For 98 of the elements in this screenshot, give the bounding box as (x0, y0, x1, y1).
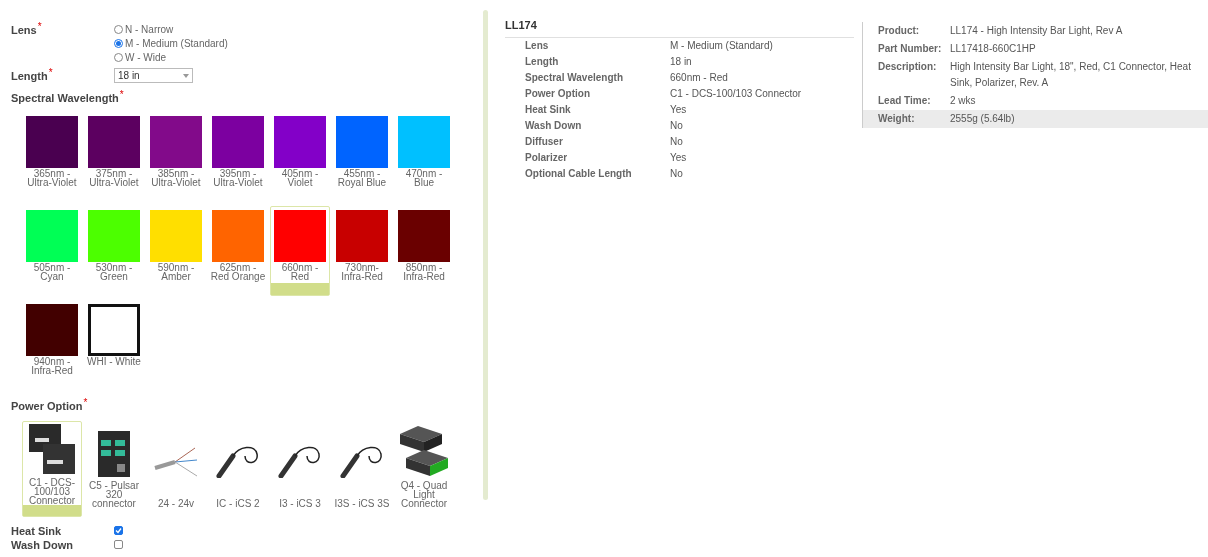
summary-label: Length (525, 55, 560, 69)
swatch-label: 850nm - Infra-Red (403, 263, 445, 281)
required-asterisk: * (37, 22, 42, 32)
scrollbar-thumb[interactable] (482, 10, 488, 500)
swatch-label: 395nm - Ultra-Violet (213, 169, 263, 187)
field-label: Length (11, 69, 48, 84)
wavelength-option[interactable]: 625nm - Red Orange (208, 206, 268, 296)
summary-label: Power Option (525, 87, 591, 101)
summary-label: Spectral Wavelength (525, 71, 624, 85)
power-option-label: Q4 - Quad Light Connector (400, 480, 448, 508)
field-label: Lens (11, 23, 37, 38)
summary-value: M - Medium (Standard) (670, 39, 773, 53)
summary-label: Heat Sink (525, 103, 572, 117)
required-asterisk: * (48, 68, 53, 78)
swatch-label: 730nm- Infra-Red (341, 263, 383, 281)
summary-label: Lens (525, 39, 550, 53)
summary-value: No (670, 119, 683, 133)
selection-bar (271, 283, 329, 295)
length-select[interactable]: 18 in (114, 68, 193, 83)
swatch-label: 455nm - Royal Blue (337, 169, 387, 187)
summary-value: 660nm - Red (670, 71, 728, 85)
info-value: 2 wks (950, 94, 977, 108)
summary-label: Optional Cable Length (525, 167, 633, 181)
info-label: Weight: (878, 112, 916, 126)
summary-value: 18 in (670, 55, 692, 69)
wavelength-option[interactable]: 385nm - Ultra-Violet (146, 112, 206, 202)
wavelength-option[interactable]: 470nm - Blue (394, 112, 454, 202)
info-value: LL17418-660C1HP (950, 42, 1037, 56)
summary-label: Wash Down (525, 119, 583, 133)
power-option[interactable]: C1 - DCS- 100/103 Connector (22, 420, 82, 517)
wavelength-option[interactable]: 455nm - Royal Blue (332, 112, 392, 202)
summary-title: LL174 (505, 17, 854, 38)
wavelength-option[interactable]: 375nm - Ultra-Violet (84, 112, 144, 202)
power-option[interactable]: I3 - iCS 3 (270, 420, 330, 517)
radio-label: N - Narrow (125, 22, 174, 37)
swatch-label: 505nm - Cyan (33, 263, 71, 281)
info-label: Part Number: (878, 42, 943, 56)
wavelength-option[interactable]: 505nm - Cyan (22, 206, 82, 296)
info-value: High Intensity Bar Light, 18", Red, C1 Connector, Heat Sink, Polarizer, Rev. A (950, 60, 1192, 90)
info-value: 2555g (5.64lb) (950, 112, 1016, 126)
selection-bar (23, 504, 81, 516)
wavelength-option[interactable]: 940nm - Infra-Red (22, 300, 82, 390)
swatch-label: 625nm - Red Orange (210, 263, 266, 281)
info-label: Product: (878, 24, 921, 38)
info-label: Lead Time: (878, 94, 932, 108)
power-option[interactable]: IC - iCS 2 (208, 420, 268, 517)
controller-drawing (97, 429, 131, 478)
swatch-label: 470nm - Blue (405, 169, 443, 187)
power-option-label: C1 - DCS- 100/103 Connector (28, 477, 76, 505)
radio-label: M - Medium (Standard) (125, 36, 228, 51)
swatch-label: 530nm - Green (95, 263, 133, 281)
wavelength-option[interactable]: 405nm - Violet (270, 112, 330, 202)
field-label: Power Option (11, 399, 83, 414)
checkbox-label: Wash Down (11, 539, 73, 551)
summary-label: Polarizer (525, 151, 569, 165)
swatch-label: 940nm - Infra-Red (31, 357, 73, 375)
swatch-label: 590nm - Amber (157, 263, 195, 281)
checkbox[interactable] (114, 539, 123, 549)
caret-icon (183, 73, 189, 78)
swatch-label: 660nm - Red (281, 263, 319, 281)
field-label: Spectral Wavelength (11, 90, 119, 106)
swatch-label: 405nm - Violet (281, 169, 319, 187)
summary-value: Yes (670, 151, 687, 165)
power-option-label: I3 - iCS 3 (279, 498, 321, 508)
swatch-label: 375nm - Ultra-Violet (89, 169, 139, 187)
power-option-label: I3S - iCS 3S (334, 498, 390, 508)
required-asterisk: * (119, 89, 124, 100)
summary-value: C1 - DCS-100/103 Connector (670, 87, 802, 101)
wavelength-option[interactable]: 590nm - Amber (146, 206, 206, 296)
info-label: Description: (878, 60, 938, 74)
summary-value: No (670, 135, 683, 149)
swatch-label: 365nm - Ultra-Violet (27, 169, 77, 187)
checkbox-label: Heat Sink (11, 525, 62, 537)
power-option[interactable]: C5 - Pulsar 320 connector (84, 420, 144, 517)
summary-label: Diffuser (525, 135, 564, 149)
wavelength-option[interactable]: 365nm - Ultra-Violet (22, 112, 82, 202)
wavelength-option[interactable]: 530nm - Green (84, 206, 144, 296)
power-option[interactable]: Q4 - Quad Light Connector (394, 420, 454, 517)
wavelength-option[interactable]: 850nm - Infra-Red (394, 206, 454, 296)
swatch-label: WHI - White (87, 357, 141, 366)
controller-drawing (27, 421, 77, 476)
wavelength-option[interactable]: 395nm - Ultra-Violet (208, 112, 268, 202)
power-option-label: IC - iCS 2 (216, 498, 260, 508)
checkbox[interactable] (114, 525, 123, 535)
power-option-label: C5 - Pulsar 320 connector (89, 480, 139, 508)
power-option-label: 24 - 24v (157, 498, 195, 508)
summary-value: No (670, 167, 683, 181)
radio-label: W - Wide (125, 50, 167, 65)
info-value: LL174 - High Intensity Bar Light, Rev A (950, 24, 1124, 38)
swatch-label: 385nm - Ultra-Violet (151, 169, 201, 187)
wavelength-option[interactable]: 660nm - Red (270, 206, 330, 296)
required-asterisk: * (83, 398, 88, 408)
power-option[interactable]: 24 - 24v (146, 420, 206, 517)
power-option[interactable]: I3S - iCS 3S (332, 420, 392, 517)
summary-value: Yes (670, 103, 687, 117)
wavelength-option[interactable]: 730nm- Infra-Red (332, 206, 392, 296)
junction-box-drawing (398, 423, 450, 478)
wavelength-option[interactable]: WHI - White (84, 300, 144, 390)
